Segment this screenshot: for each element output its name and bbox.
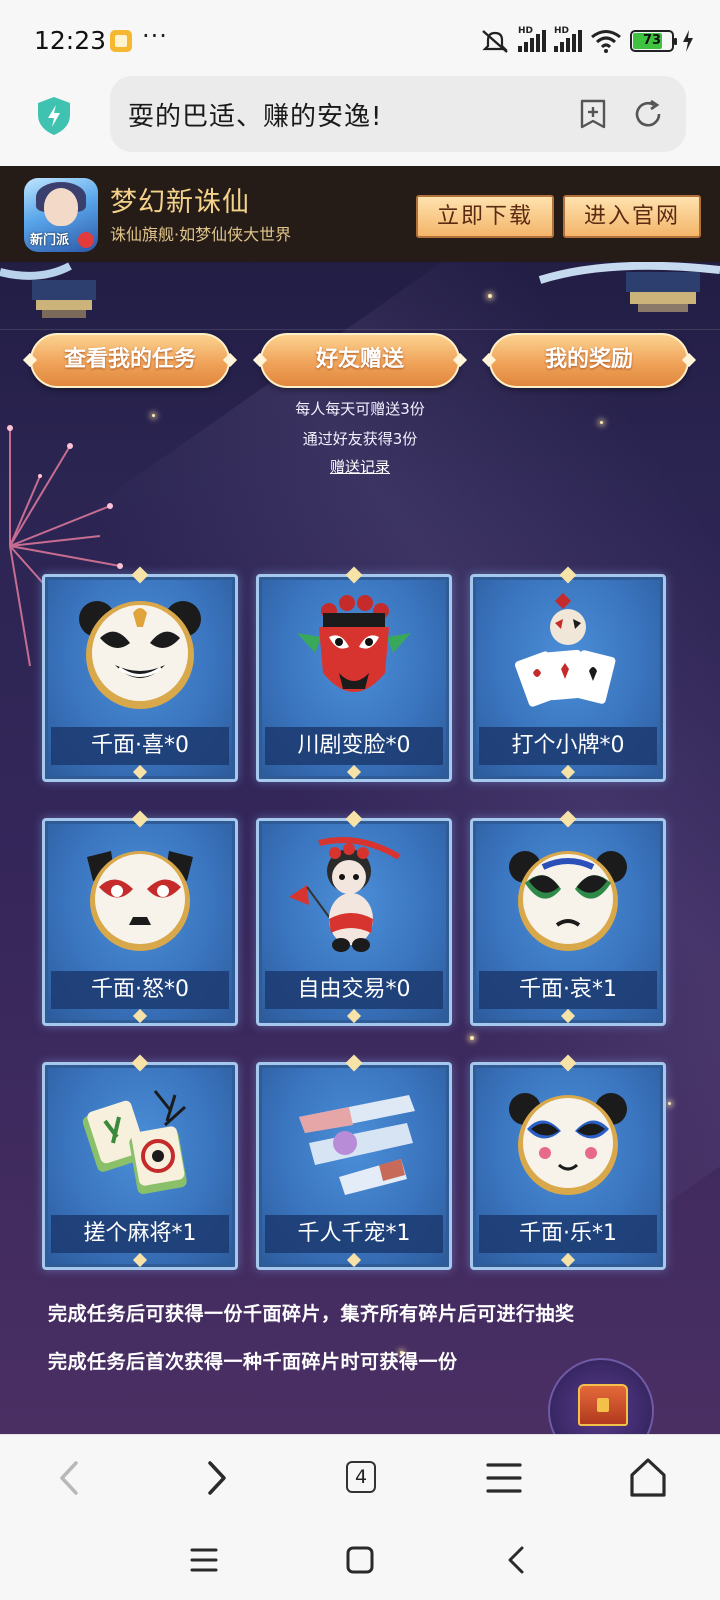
fragment-card[interactable]: 打个小牌*0: [470, 574, 666, 782]
mahjong-tiles-icon: [82, 1090, 187, 1194]
home-icon[interactable]: [624, 1455, 672, 1501]
rule-text: 完成任务后可获得一份千面碎片，集齐所有碎片后可进行抽奖: [48, 1303, 575, 1325]
sparkle: [470, 1036, 474, 1040]
divider: [0, 329, 720, 330]
game-subtitle: 诛仙旗舰·如梦仙侠大世界: [110, 225, 292, 244]
menu-icon[interactable]: [480, 1455, 528, 1501]
address-text[interactable]: 耍的巴适、赚的安逸!: [128, 96, 382, 133]
card-label: 自由交易*0: [265, 971, 443, 1009]
fragment-card[interactable]: 搓个麻将*1: [42, 1062, 238, 1270]
battery-icon: 73: [630, 30, 677, 52]
my-rewards-button[interactable]: 我的奖励: [489, 333, 689, 388]
status-bar: 12:23 ··· HD HD 73: [0, 0, 720, 76]
panda-sad-mask-icon: [509, 851, 627, 951]
notes-app-icon: [110, 30, 132, 52]
browser-bottom-bar: 4: [0, 1434, 720, 1520]
treasure-chest-icon: [578, 1384, 628, 1426]
status-time: 12:23: [34, 26, 107, 55]
treasure-chest-button[interactable]: [548, 1358, 654, 1434]
address-bar[interactable]: 耍的巴适、赚的安逸!: [110, 76, 686, 152]
fragment-card[interactable]: 千面·怒*0: [42, 818, 238, 1026]
more-notifications-icon: ···: [142, 22, 168, 50]
panda-angry-mask-icon: [87, 851, 193, 951]
panda-happy-mask-icon: [79, 601, 201, 709]
gift-daily-limit: 每人每天可赠送3份: [295, 400, 425, 418]
sparkle: [668, 1102, 671, 1105]
card-label: 搓个麻将*1: [51, 1215, 229, 1253]
brand-mark-icon: [78, 232, 94, 248]
mute-icon: [482, 30, 508, 53]
sichuan-opera-mask-icon: [297, 595, 411, 692]
card-label: 打个小牌*0: [479, 727, 657, 765]
tab-count: 4: [346, 1461, 376, 1493]
status-icons: HD HD 73: [480, 26, 694, 56]
recent-apps-icon[interactable]: [184, 1540, 224, 1580]
fragment-card[interactable]: 千面·喜*0: [42, 574, 238, 782]
card-label: 千面·喜*0: [51, 727, 229, 765]
panda-opera-flag-icon: [289, 837, 401, 952]
lantern-decoration: [0, 262, 96, 318]
card-label: 千面·乐*1: [479, 1215, 657, 1253]
sparkle: [600, 421, 603, 424]
gift-received-count: 通过好友获得3份: [302, 430, 418, 448]
fragment-card[interactable]: 川剧变脸*0: [256, 574, 452, 782]
back-icon[interactable]: [46, 1455, 94, 1501]
card-label: 千面·哀*1: [479, 971, 657, 1009]
tabs-button[interactable]: 4: [336, 1455, 384, 1501]
game-title: 梦幻新诛仙: [110, 187, 250, 218]
fragment-card[interactable]: 千面·哀*1: [470, 818, 666, 1026]
card-label: 川剧变脸*0: [265, 727, 443, 765]
panda-joy-mask-icon: [509, 1093, 627, 1195]
playing-cards-icon: [515, 593, 616, 707]
fragment-card[interactable]: 千面·乐*1: [470, 1062, 666, 1270]
add-bookmark-icon[interactable]: [578, 98, 608, 130]
signal-icon: HD: [518, 26, 546, 52]
fragment-card[interactable]: 千人千宠*1: [256, 1062, 452, 1270]
battery-level: 73: [642, 33, 662, 48]
game-app-icon[interactable]: 新门派: [24, 178, 98, 252]
card-label: 千面·怒*0: [51, 971, 229, 1009]
friend-gift-button[interactable]: 好友赠送: [260, 333, 460, 388]
app-icon-tag: 新门派: [30, 233, 70, 248]
app-download-banner: 新门派 梦幻新诛仙 诛仙旗舰·如梦仙侠大世界 立即下载 进入官网: [0, 166, 720, 262]
pet-cards-icon: [299, 1095, 415, 1195]
card-label: 千人千宠*1: [265, 1215, 443, 1253]
shield-bolt-icon[interactable]: [36, 96, 72, 136]
lantern-decoration: [538, 262, 720, 312]
forward-icon[interactable]: [192, 1455, 240, 1501]
sparkle: [488, 294, 492, 298]
download-button[interactable]: 立即下载: [416, 195, 554, 238]
system-back-icon[interactable]: [496, 1540, 536, 1580]
web-content: 新门派 梦幻新诛仙 诛仙旗舰·如梦仙侠大世界 立即下载 进入官网 查看我的任务 …: [0, 166, 720, 1434]
official-site-button[interactable]: 进入官网: [563, 195, 701, 238]
signal-icon: HD: [554, 26, 582, 52]
refresh-icon[interactable]: [632, 98, 664, 130]
rule-text: 完成任务后首次获得一种千面碎片时可获得一份: [48, 1351, 458, 1373]
charging-icon: [683, 30, 693, 52]
home-square-icon[interactable]: [340, 1540, 380, 1580]
view-tasks-button[interactable]: 查看我的任务: [30, 333, 230, 388]
gift-record-link[interactable]: 赠送记录: [260, 456, 460, 477]
fragment-card[interactable]: 自由交易*0: [256, 818, 452, 1026]
wifi-icon: [591, 30, 621, 53]
system-nav-bar: [0, 1520, 720, 1600]
browser-toolbar: 耍的巴适、赚的安逸!: [0, 76, 720, 166]
